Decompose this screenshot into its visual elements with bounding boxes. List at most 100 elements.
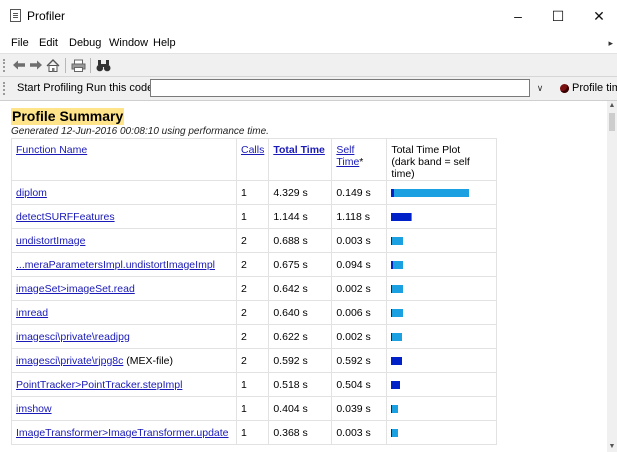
function-name-cell: imageSet>imageSet.read	[11, 276, 237, 301]
function-link[interactable]: imageSet>imageSet.read	[16, 283, 135, 295]
total-time-cell: 0.368 s	[268, 420, 333, 445]
function-name-cell: undistortImage	[11, 228, 237, 253]
sort-calls-link[interactable]: Calls	[241, 144, 264, 156]
col-total-time-plot: Total Time Plot (dark band = self time)	[386, 138, 498, 181]
back-arrow-icon[interactable]	[11, 57, 27, 73]
total-time-cell: 0.642 s	[268, 276, 333, 301]
calls-cell: 1	[235, 420, 270, 445]
code-dropdown-chevron-icon[interactable]: ∨	[533, 80, 547, 96]
self-time-bar	[391, 261, 394, 269]
scroll-down-icon[interactable]: ▼	[607, 442, 617, 452]
menu-help[interactable]: Help	[153, 37, 176, 49]
function-link[interactable]: ...meraParametersImpl.undistortImageImpl	[16, 259, 215, 271]
function-name-cell: detectSURFFeatures	[11, 204, 237, 229]
calls-cell: 2	[235, 300, 270, 325]
self-time-bar	[391, 429, 393, 437]
menu-debug[interactable]: Debug	[69, 37, 101, 49]
col-function-name[interactable]: Function Name	[11, 138, 237, 181]
total-time-plot-cell	[386, 348, 498, 373]
code-bar: Start Profiling Run this code: ∨ Profile…	[0, 77, 617, 101]
codebar-grip-icon[interactable]	[3, 82, 7, 95]
total-time-plot-cell	[386, 324, 498, 349]
plot-header-line1: Total Time Plot	[391, 144, 461, 156]
function-link[interactable]: imread	[16, 307, 48, 319]
total-time-bar	[391, 189, 470, 197]
print-icon[interactable]	[70, 57, 86, 73]
vertical-scrollbar[interactable]: ▲ ▼	[607, 101, 617, 452]
total-time-cell: 4.329 s	[268, 180, 333, 205]
function-name-cell: imagesci\private\readjpg	[11, 324, 237, 349]
function-name-cell: imread	[11, 300, 237, 325]
scroll-up-icon[interactable]: ▲	[607, 101, 617, 111]
profile-time-clock-icon	[560, 84, 569, 93]
minimize-button[interactable]: –	[500, 4, 536, 28]
toolbar-separator	[90, 58, 91, 73]
function-link[interactable]: imshow	[16, 403, 52, 415]
home-icon[interactable]	[45, 57, 61, 73]
function-name-cell: ImageTransformer>ImageTransformer.update	[11, 420, 237, 445]
run-this-code-label: Run this code:	[86, 82, 157, 94]
col-calls[interactable]: Calls	[235, 138, 270, 181]
col-total-time[interactable]: Total Time	[268, 138, 333, 181]
window-title: Profiler	[27, 9, 66, 23]
self-time-cell: 0.006 s	[331, 300, 388, 325]
total-time-cell: 0.688 s	[268, 228, 333, 253]
menu-window[interactable]: Window	[109, 37, 148, 49]
total-time-bar	[391, 405, 399, 413]
maximize-button[interactable]: ☐	[540, 4, 576, 28]
function-name-cell: imagesci\private\rjpg8c (MEX-file)	[11, 348, 237, 373]
page-title: Profile Summary	[11, 108, 125, 125]
total-time-plot-cell	[386, 204, 498, 229]
total-time-cell: 0.675 s	[268, 252, 333, 277]
calls-cell: 1	[235, 396, 270, 421]
function-suffix: (MEX-file)	[123, 354, 173, 367]
code-input[interactable]	[150, 79, 530, 97]
profiler-app-icon	[10, 9, 21, 22]
sort-self-time-link[interactable]: Self Time	[336, 144, 359, 168]
self-time-bar	[391, 357, 403, 365]
col-self-time[interactable]: Self Time*	[331, 138, 388, 181]
self-time-cell: 0.094 s	[331, 252, 388, 277]
calls-cell: 1	[235, 180, 270, 205]
function-link[interactable]: detectSURFFeatures	[16, 211, 115, 223]
function-link[interactable]: undistortImage	[16, 235, 85, 247]
calls-cell: 1	[235, 204, 270, 229]
table-row: diplom 1 4.329 s 0.149 s	[11, 180, 498, 205]
menu-edit[interactable]: Edit	[39, 37, 58, 49]
function-link[interactable]: PointTracker>PointTracker.stepImpl	[16, 379, 182, 391]
table-row: PointTracker>PointTracker.stepImpl 1 0.518…	[11, 372, 498, 397]
forward-arrow-icon[interactable]	[28, 57, 44, 73]
title-bar: Profiler – ☐ ✕	[0, 0, 617, 33]
self-time-bar	[391, 405, 393, 413]
function-name-cell: imshow	[11, 396, 237, 421]
table-row: ...meraParametersImpl.undistortImageImpl…	[11, 252, 498, 277]
find-binoculars-icon[interactable]	[95, 57, 111, 73]
sort-function-name-link[interactable]: Function Name	[16, 144, 87, 156]
self-time-bar	[391, 381, 401, 389]
self-time-bar	[391, 189, 395, 197]
start-profiling-button[interactable]: Start Profiling	[17, 82, 83, 94]
close-button[interactable]: ✕	[581, 4, 617, 28]
function-link[interactable]: diplom	[16, 187, 47, 199]
sort-total-time-link[interactable]: Total Time	[273, 144, 325, 156]
function-name-cell: ...meraParametersImpl.undistortImageImpl	[11, 252, 237, 277]
menubar-overflow-icon[interactable]: ▸	[608, 38, 613, 49]
scrollbar-thumb[interactable]	[609, 113, 615, 131]
function-link[interactable]: ImageTransformer>ImageTransformer.update	[16, 427, 229, 439]
toolbar-grip-icon[interactable]	[3, 59, 7, 72]
self-time-cell: 0.002 s	[331, 324, 388, 349]
self-time-cell: 0.003 s	[331, 228, 388, 253]
function-name-cell: PointTracker>PointTracker.stepImpl	[11, 372, 237, 397]
function-name-cell: diplom	[11, 180, 237, 205]
menu-file[interactable]: File	[11, 37, 29, 49]
calls-cell: 2	[235, 276, 270, 301]
total-time-plot-cell	[386, 396, 498, 421]
self-time-cell: 1.118 s	[331, 204, 388, 229]
self-time-bar	[391, 285, 393, 293]
total-time-plot-cell	[386, 252, 498, 277]
toolbar	[0, 53, 617, 77]
function-link[interactable]: imagesci\private\rjpg8c	[16, 355, 123, 367]
self-time-cell: 0.002 s	[331, 276, 388, 301]
function-link[interactable]: imagesci\private\readjpg	[16, 331, 130, 343]
self-time-cell: 0.149 s	[331, 180, 388, 205]
